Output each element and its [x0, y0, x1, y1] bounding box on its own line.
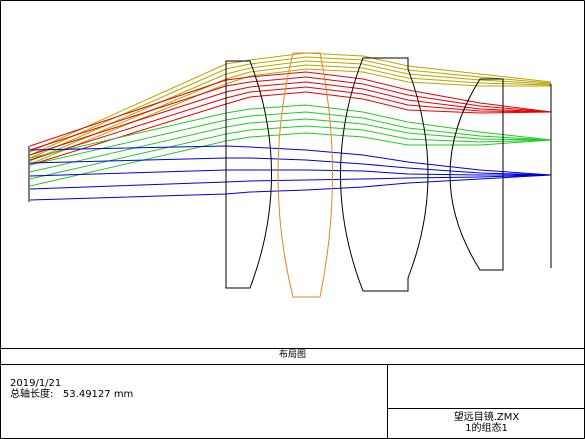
ray — [29, 145, 552, 176]
file-name: 望远目镜.ZMX — [453, 412, 520, 423]
total-length-label: 总轴长度: — [10, 389, 54, 400]
ray — [29, 52, 552, 153]
layout-diagram — [0, 0, 585, 439]
ray — [29, 157, 552, 176]
ray-bundles — [28, 52, 552, 202]
diagram-caption: 布局图 — [278, 350, 306, 360]
ray — [29, 60, 552, 159]
total-length-value: 53.49127 mm — [62, 389, 134, 400]
total-length-row: 总轴长度: 53.49127 mm — [10, 389, 133, 400]
ray — [29, 174, 552, 201]
ray — [29, 174, 552, 190]
config-name: 1的组态1 — [465, 423, 508, 434]
date-label: 2019/1/21 — [10, 378, 62, 389]
lens-1 — [225, 60, 272, 289]
